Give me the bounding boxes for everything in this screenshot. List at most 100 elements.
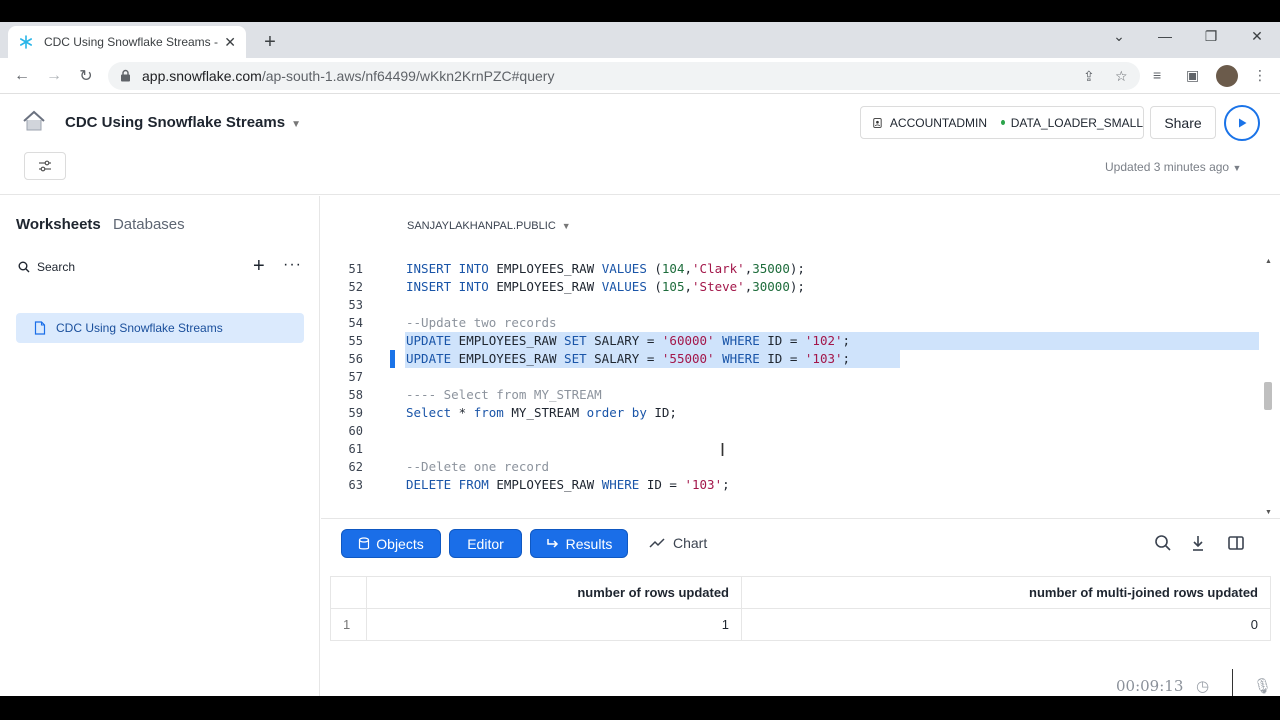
- recorder-toolbar: 00:09:13 ◷ 🎙 🔈 ⚙ ✎ ⊙ ❙❙ [ ✕: [1101, 669, 1280, 696]
- line-number: 52: [348, 280, 363, 294]
- selection-gutter-marker: [390, 350, 395, 368]
- more-options-icon[interactable]: ···: [283, 256, 302, 274]
- editor-scrollbar[interactable]: ▲ ▼: [1261, 256, 1275, 518]
- sidebar-item-worksheet[interactable]: CDC Using Snowflake Streams: [16, 313, 304, 343]
- line-number: 51: [348, 262, 363, 276]
- results-button[interactable]: Results: [530, 529, 628, 558]
- back-icon[interactable]: ←: [10, 64, 34, 88]
- context-selector[interactable]: SANJAYLAKHANPAL.PUBLIC ▼: [407, 220, 571, 232]
- browser-menu-icon[interactable]: ⋮: [1253, 67, 1267, 84]
- tab-search-icon[interactable]: ⌄: [1104, 28, 1134, 45]
- objects-button[interactable]: Objects: [341, 529, 441, 558]
- code-area[interactable]: 51 INSERT INTO EMPLOYEES_RAW VALUES (104,…: [321, 260, 1261, 494]
- code-text: Select * from MY_STREAM order by ID;: [406, 405, 677, 420]
- recorder-time: 00:09:13: [1116, 677, 1184, 695]
- caret-down-icon: ▼: [1232, 163, 1242, 173]
- chart-label: Chart: [673, 535, 708, 551]
- chart-button[interactable]: Chart: [649, 535, 707, 551]
- role-warehouse-selector[interactable]: ACCOUNTADMIN DATA_LOADER_SMALL: [860, 106, 1144, 139]
- column-header[interactable]: number of multi-joined rows updated: [741, 576, 1271, 609]
- search-label: Search: [37, 260, 76, 274]
- code-line: 52 INSERT INTO EMPLOYEES_RAW VALUES (105,…: [321, 278, 1261, 296]
- caret-down-icon: ▼: [291, 119, 301, 130]
- column-header[interactable]: number of rows updated: [366, 576, 742, 609]
- code-line: 54 --Update two records: [321, 314, 1261, 332]
- line-number: 58: [348, 388, 363, 402]
- code-line: 62 --Delete one record: [321, 458, 1261, 476]
- media-icon[interactable]: ≡: [1153, 67, 1161, 83]
- code-line: 63 DELETE FROM EMPLOYEES_RAW WHERE ID = '…: [321, 476, 1261, 494]
- worksheet-title-text: CDC Using Snowflake Streams: [65, 114, 286, 131]
- line-number: 54: [348, 316, 363, 330]
- download-icon[interactable]: [1189, 534, 1209, 554]
- text-cursor-icon: I: [720, 440, 726, 460]
- close-window-icon[interactable]: ✕: [1242, 28, 1272, 45]
- line-number: 61: [348, 442, 363, 456]
- code-line: 58 ---- Select from MY_STREAM: [321, 386, 1261, 404]
- new-tab-icon[interactable]: +: [258, 30, 282, 54]
- warehouse-label: DATA_LOADER_SMALL: [1010, 115, 1143, 130]
- database-icon: [359, 536, 370, 549]
- url-text: app.snowflake.com/ap-south-1.aws/nf64499…: [142, 68, 554, 84]
- code-line-selected: 56 UPDATE EMPLOYEES_RAW SET SALARY = '550…: [321, 350, 1261, 368]
- row-number-header: [330, 576, 367, 609]
- table-cell[interactable]: 1: [366, 608, 742, 641]
- restore-icon[interactable]: ❐: [1196, 28, 1226, 45]
- add-worksheet-icon[interactable]: +: [253, 256, 265, 276]
- tab-databases[interactable]: Databases: [113, 216, 185, 233]
- side-panel-icon[interactable]: ▣: [1186, 67, 1199, 84]
- line-number: 60: [348, 424, 363, 438]
- code-text: UPDATE EMPLOYEES_RAW SET SALARY = '60000…: [406, 332, 851, 350]
- code-text: UPDATE EMPLOYEES_RAW SET SALARY = '55000…: [406, 350, 851, 368]
- table-header-row: number of rows updated number of multi-j…: [330, 576, 1271, 609]
- line-number: 59: [348, 406, 363, 420]
- worksheet-title[interactable]: CDC Using Snowflake Streams ▼: [65, 114, 301, 131]
- minimize-icon[interactable]: —: [1150, 28, 1180, 44]
- browser-tab[interactable]: CDC Using Snowflake Streams - S ✕: [8, 26, 246, 58]
- role-label: ACCOUNTADMIN: [889, 115, 988, 130]
- code-comment: ---- Select from MY_STREAM: [406, 387, 602, 402]
- search-results-icon[interactable]: [1154, 534, 1174, 554]
- home-icon[interactable]: [22, 110, 46, 132]
- filter-settings-button[interactable]: [24, 152, 66, 180]
- code-line: 57: [321, 368, 1261, 386]
- close-tab-icon[interactable]: ✕: [224, 34, 236, 51]
- share-page-icon[interactable]: ⇪: [1083, 68, 1095, 85]
- line-number: 63: [348, 478, 363, 492]
- code-line: 51 INSERT INTO EMPLOYEES_RAW VALUES (104,…: [321, 260, 1261, 278]
- code-text: INSERT INTO EMPLOYEES_RAW VALUES (105,'S…: [406, 279, 805, 294]
- snowflake-icon: [18, 34, 34, 50]
- forward-icon[interactable]: →: [42, 64, 66, 88]
- results-table: number of rows updated number of multi-j…: [330, 576, 1271, 641]
- updated-text: Updated 3 minutes ago: [1105, 160, 1230, 174]
- scroll-up-icon[interactable]: ▲: [1265, 258, 1272, 265]
- scroll-down-icon[interactable]: ▼: [1265, 509, 1272, 516]
- search-icon: [18, 261, 30, 273]
- code-line: 59 Select * from MY_STREAM order by ID;: [321, 404, 1261, 422]
- address-bar[interactable]: app.snowflake.com/ap-south-1.aws/nf64499…: [108, 62, 1140, 90]
- bookmark-star-icon[interactable]: ☆: [1115, 68, 1128, 85]
- line-number: 56: [348, 352, 363, 366]
- line-number: 57: [348, 370, 363, 384]
- updated-status[interactable]: Updated 3 minutes ago ▼: [1105, 160, 1241, 174]
- row-number: 1: [330, 608, 367, 641]
- run-button[interactable]: [1224, 105, 1260, 141]
- timer-icon[interactable]: ◷: [1196, 677, 1209, 695]
- line-number: 53: [348, 298, 363, 312]
- tab-worksheets[interactable]: Worksheets: [16, 216, 101, 233]
- sidebar-item-label: CDC Using Snowflake Streams: [56, 321, 223, 335]
- split-view-icon[interactable]: [1227, 534, 1247, 554]
- caret-down-icon: ▼: [561, 221, 571, 231]
- sql-editor[interactable]: SANJAYLAKHANPAL.PUBLIC ▼ 51 INSERT INTO EM…: [321, 196, 1280, 518]
- reload-icon[interactable]: ↻: [74, 64, 98, 88]
- code-line: 60: [321, 422, 1261, 440]
- document-icon: [34, 321, 46, 335]
- editor-button[interactable]: Editor: [449, 529, 522, 558]
- sidebar-search[interactable]: Search: [18, 260, 75, 274]
- scrollbar-thumb[interactable]: [1264, 382, 1272, 410]
- profile-avatar[interactable]: [1216, 65, 1238, 87]
- table-cell[interactable]: 0: [741, 608, 1271, 641]
- microphone-icon[interactable]: 🎙: [1253, 677, 1272, 695]
- tab-title: CDC Using Snowflake Streams - S: [43, 35, 219, 49]
- share-button[interactable]: Share: [1150, 106, 1216, 139]
